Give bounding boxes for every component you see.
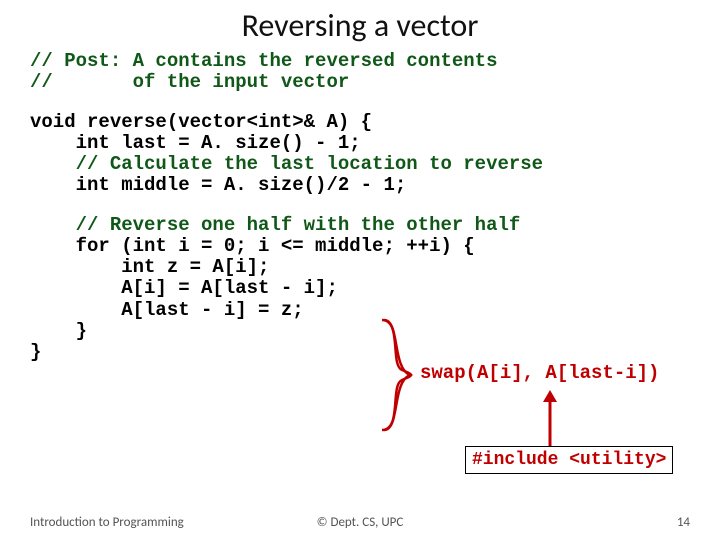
curly-brace-icon — [380, 318, 416, 432]
arrow-up-icon — [540, 390, 560, 446]
code-block-2: // Reverse one half with the other half … — [30, 215, 690, 364]
postcondition-comment: // Post: A contains the reversed content… — [30, 51, 690, 94]
footer-copyright: © Dept. CS, UPC — [0, 515, 720, 530]
code1-l1: void reverse(vector<int>& A) { — [30, 111, 372, 133]
code2-l7: } — [30, 341, 41, 363]
slide-title: Reversing a vector — [30, 0, 690, 45]
code1-l2: int last = A. size() - 1; — [30, 132, 361, 154]
code2-l4: A[i] = A[last - i]; — [30, 277, 338, 299]
code1-l3-comment: // Calculate the last location to revers… — [30, 153, 543, 175]
swap-call-annotation: swap(A[i], A[last-i]) — [420, 362, 659, 384]
post-line-1: // Post: A contains the reversed content… — [30, 50, 497, 72]
footer-page-number: 14 — [677, 515, 690, 530]
code-block-1: void reverse(vector<int>& A) { int last … — [30, 112, 690, 197]
code1-l4: int middle = A. size()/2 - 1; — [30, 174, 406, 196]
post-line-2: // of the input vector — [30, 71, 349, 93]
code2-l5: A[last - i] = z; — [30, 299, 304, 321]
code2-l6: } — [30, 320, 87, 342]
include-directive-box: #include <utility> — [465, 446, 673, 474]
code2-l1-comment: // Reverse one half with the other half — [30, 214, 520, 236]
code2-l3: int z = A[i]; — [30, 256, 269, 278]
code2-l2: for (int i = 0; i <= middle; ++i) { — [30, 235, 475, 257]
slide: Reversing a vector // Post: A contains t… — [0, 0, 720, 540]
